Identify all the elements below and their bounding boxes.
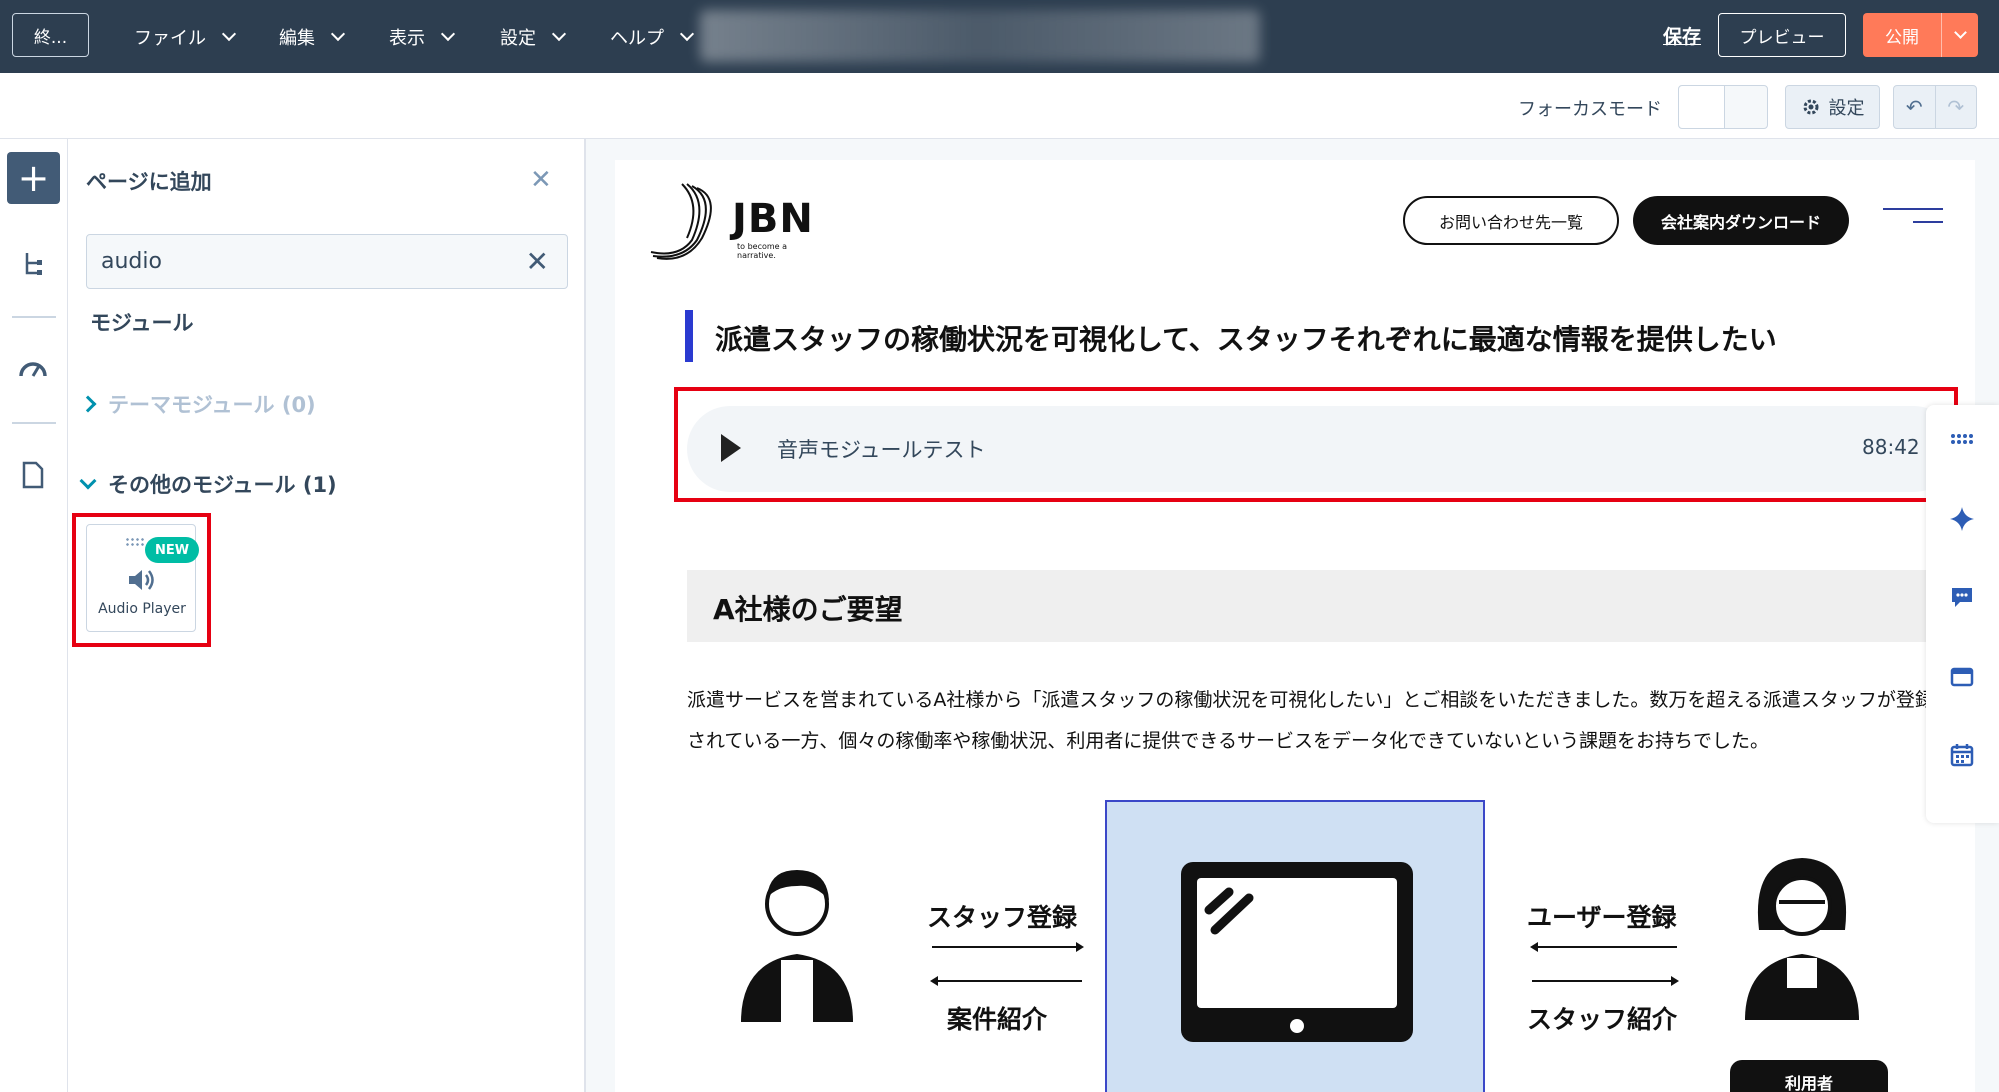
editor-toolbar: フォーカスモード 設定 ↶ ↷ bbox=[0, 73, 1999, 139]
logo-tagline: to become a narrative. bbox=[737, 242, 788, 260]
staff-register-label: スタッフ登録 bbox=[927, 903, 1078, 932]
service-diagram: スタッフ登録 案件紹介 ユーザー登録 スタッフ紹介 利用者 bbox=[687, 800, 1947, 1092]
menu-help[interactable]: ヘルプ bbox=[610, 0, 695, 73]
blurred-page-title bbox=[700, 10, 1260, 62]
modules-heading: モジュール bbox=[90, 311, 194, 335]
arrow-right-icon bbox=[932, 942, 1084, 952]
chevron-down-icon bbox=[440, 26, 456, 41]
staff-person-icon bbox=[741, 870, 853, 1022]
other-modules-group[interactable]: その他のモジュール (1) bbox=[79, 469, 337, 499]
menu-settings[interactable]: 設定 bbox=[500, 0, 567, 73]
focus-mode-toggle[interactable] bbox=[1678, 85, 1768, 129]
company-download-button[interactable]: 会社案内ダウンロード bbox=[1633, 196, 1849, 245]
user-register-label: ユーザー登録 bbox=[1527, 903, 1677, 932]
settings-label: 設定 bbox=[1828, 98, 1865, 119]
highlight-box bbox=[674, 387, 1958, 502]
theme-modules-group[interactable]: テーマモジュール (0) bbox=[79, 389, 316, 419]
speedometer-icon[interactable] bbox=[14, 348, 52, 386]
page-heading: 派遣スタッフの稼働状況を可視化して、スタッフそれぞれに最適な情報を提供したい bbox=[715, 323, 1777, 356]
save-button[interactable]: 保存 bbox=[1663, 22, 1701, 49]
menu-view[interactable]: 表示 bbox=[389, 0, 456, 73]
right-tool-rail bbox=[1926, 405, 1999, 823]
chevron-down-icon bbox=[330, 26, 346, 41]
menu-file[interactable]: ファイル bbox=[134, 0, 237, 73]
divider bbox=[12, 422, 56, 424]
publish-button[interactable]: 公開 bbox=[1863, 13, 1978, 57]
job-intro-label: 案件紹介 bbox=[947, 1005, 1048, 1034]
document-icon[interactable] bbox=[14, 456, 52, 494]
search-value: audio bbox=[101, 249, 162, 274]
logo-mark-icon bbox=[650, 183, 712, 260]
focus-mode-label: フォーカスモード bbox=[1518, 99, 1662, 120]
chevron-down-icon bbox=[221, 26, 237, 41]
layers-tree-icon[interactable] bbox=[14, 245, 52, 283]
monitor-icon bbox=[1181, 862, 1413, 1042]
preview-button[interactable]: プレビュー bbox=[1718, 13, 1846, 57]
undo-icon[interactable]: ↶ bbox=[1894, 86, 1935, 128]
intro-paragraph: 派遣サービスを営まれているA社様から「派遣スタッフの稼働状況を可視化したい」とご… bbox=[687, 689, 1934, 752]
grid-dots-icon[interactable] bbox=[1946, 423, 1978, 455]
staff-intro-label: スタッフ紹介 bbox=[1527, 1005, 1678, 1034]
highlight-box bbox=[72, 513, 211, 647]
settings-button[interactable]: 設定 bbox=[1785, 85, 1880, 129]
undo-redo-group: ↶ ↷ bbox=[1893, 85, 1977, 129]
divider bbox=[12, 316, 56, 318]
logo: JBN to become a narrative. bbox=[647, 178, 827, 268]
menu-edit[interactable]: 編集 bbox=[279, 0, 346, 73]
left-sidebar-rail: + bbox=[0, 139, 68, 1092]
contact-list-button[interactable]: お問い合わせ先一覧 bbox=[1403, 196, 1619, 245]
publish-options-chevron-icon[interactable] bbox=[1942, 26, 1978, 39]
hamburger-menu-icon[interactable] bbox=[1883, 208, 1943, 234]
calendar-icon[interactable] bbox=[1946, 739, 1978, 771]
top-navigation-bar: 終... ファイル 編集 表示 設定 ヘルプ 保存 プレビュー 公開 bbox=[0, 0, 1999, 73]
chevron-down-icon bbox=[679, 26, 695, 41]
arrow-left-icon bbox=[930, 976, 1082, 986]
redo-icon[interactable]: ↷ bbox=[1934, 86, 1977, 128]
page-preview: JBN to become a narrative. お問い合わせ先一覧 会社案… bbox=[615, 160, 1975, 1092]
exit-button[interactable]: 終... bbox=[12, 13, 89, 57]
toggle-knob bbox=[1679, 86, 1725, 128]
user-tag: 利用者 bbox=[1730, 1060, 1888, 1092]
group-label: その他のモジュール (1) bbox=[108, 473, 337, 497]
clear-search-icon[interactable]: ✕ bbox=[526, 245, 549, 278]
section-heading-box: A社様のご要望 bbox=[687, 570, 1975, 642]
close-icon[interactable]: ✕ bbox=[530, 165, 552, 195]
search-input[interactable]: audio ✕ bbox=[86, 234, 568, 289]
arrow-left-icon bbox=[1530, 942, 1677, 952]
window-icon[interactable] bbox=[1946, 661, 1978, 693]
sparkle-icon[interactable] bbox=[1946, 503, 1978, 535]
chevron-right-icon bbox=[79, 395, 97, 413]
chat-icon[interactable] bbox=[1946, 581, 1978, 613]
publish-label: 公開 bbox=[1885, 27, 1919, 48]
add-icon[interactable]: + bbox=[7, 152, 60, 204]
chevron-down-icon bbox=[79, 472, 97, 490]
arrow-right-icon bbox=[1532, 976, 1679, 986]
panel-title: ページに追加 bbox=[86, 170, 212, 194]
user-person-icon bbox=[1745, 858, 1859, 1020]
gear-icon bbox=[1803, 99, 1818, 115]
chevron-down-icon bbox=[551, 26, 567, 41]
section-heading: A社様のご要望 bbox=[713, 593, 903, 626]
system-box bbox=[1105, 800, 1485, 1092]
group-label: テーマモジュール (0) bbox=[108, 393, 316, 417]
logo-text: JBN bbox=[732, 196, 814, 242]
